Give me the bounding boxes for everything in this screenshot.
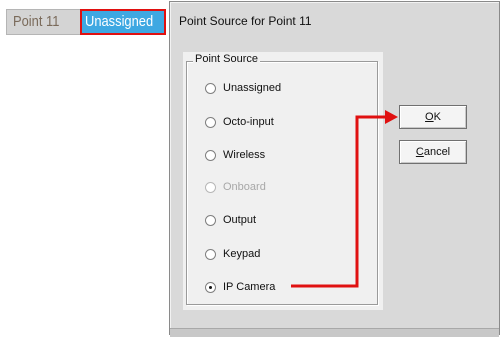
radio-label: Unassigned: [223, 82, 282, 94]
radio-output[interactable]: Output: [205, 212, 256, 228]
radio-button: [205, 181, 216, 193]
radio-unassigned[interactable]: Unassigned: [205, 80, 281, 96]
radio-label: Wireless: [223, 149, 266, 161]
radio-button[interactable]: [205, 149, 216, 161]
group-legend: Point Source: [193, 53, 260, 65]
radio-keypad[interactable]: Keypad: [205, 246, 260, 262]
radio-label: Onboard: [223, 181, 266, 193]
radio-octo-input[interactable]: Octo-input: [205, 114, 274, 130]
cancel-label-rest: ancel: [423, 146, 451, 158]
radio-wireless[interactable]: Wireless: [205, 147, 265, 163]
ok-button[interactable]: OK: [399, 105, 467, 129]
dialog-title: Point Source for Point 11: [179, 14, 312, 28]
cancel-button[interactable]: Cancel: [399, 140, 467, 164]
dialog-bottom-edge: [170, 328, 499, 337]
radio-label: Output: [223, 214, 257, 226]
ok-accel-letter: O: [425, 111, 434, 123]
cancel-accel-letter: C: [415, 146, 424, 158]
point-status-cell[interactable]: Unassigned: [80, 9, 166, 35]
radio-button-selected[interactable]: [205, 281, 216, 293]
radio-label: IP Camera: [223, 281, 276, 293]
radio-button[interactable]: [205, 248, 216, 260]
radio-onboard: Onboard: [205, 179, 266, 195]
radio-label: Octo-input: [223, 116, 274, 128]
radio-button[interactable]: [205, 116, 216, 128]
ok-label-rest: K: [433, 111, 441, 123]
point-status-label: Unassigned: [85, 13, 154, 30]
point-name-label: Point 11: [13, 13, 60, 30]
radio-button[interactable]: [205, 82, 216, 94]
radio-button[interactable]: [205, 214, 216, 226]
radio-ip-camera[interactable]: IP Camera: [205, 279, 275, 295]
radio-label: Keypad: [223, 248, 261, 260]
